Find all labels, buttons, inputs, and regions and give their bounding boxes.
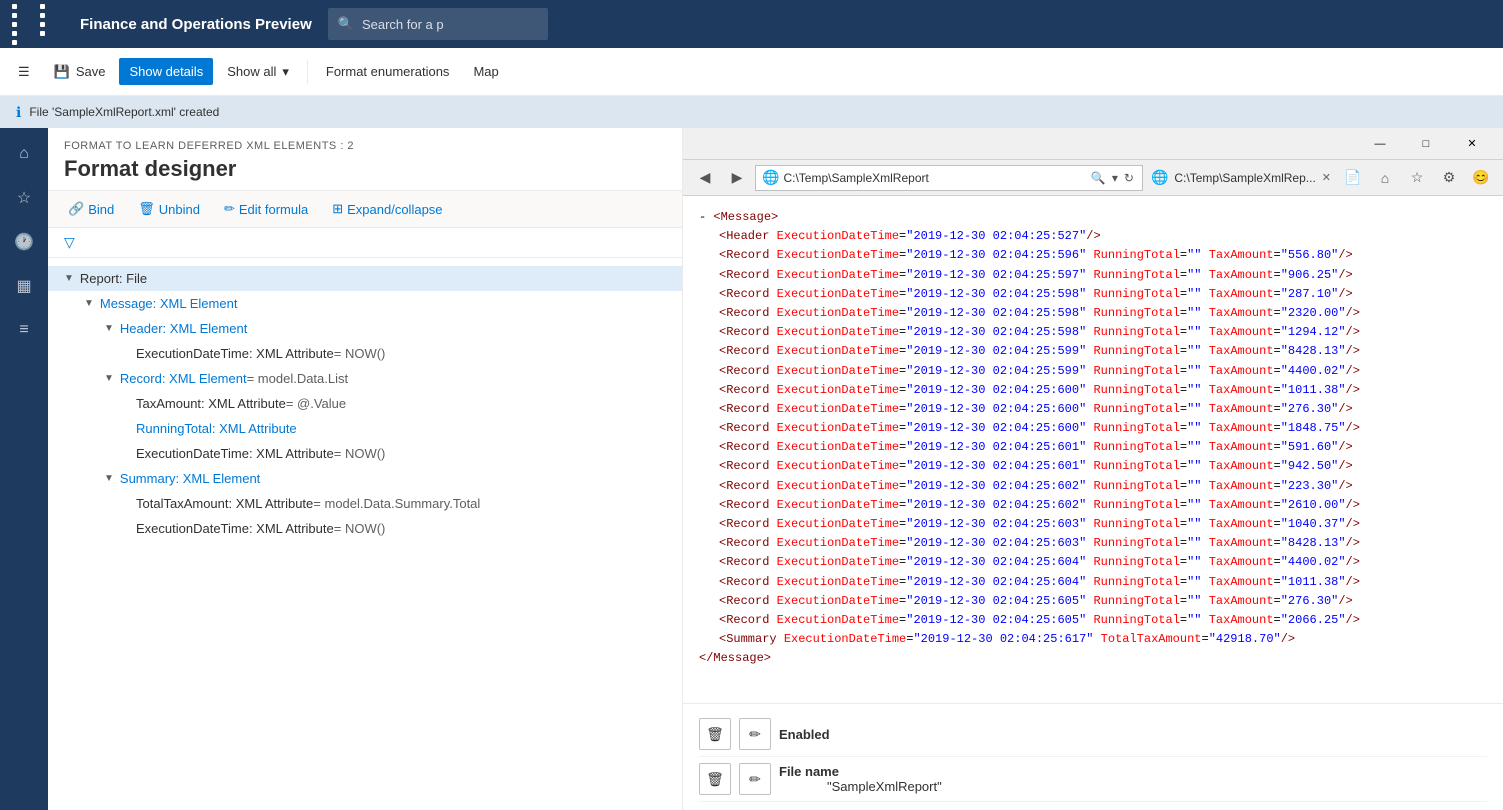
link-icon: 🔗 bbox=[68, 201, 84, 217]
filter-bar: ▽ bbox=[48, 228, 682, 258]
panel-title: Format designer bbox=[64, 156, 666, 182]
unbind-button[interactable]: 🗑 Unbind bbox=[134, 199, 204, 219]
info-icon: ℹ bbox=[16, 104, 21, 121]
settings-browser-button[interactable]: ⚙ bbox=[1435, 164, 1463, 192]
minimize-button[interactable]: — bbox=[1357, 130, 1403, 158]
bind-button[interactable]: 🔗 Bind bbox=[64, 199, 118, 219]
filename-label: File name bbox=[779, 764, 942, 779]
top-bar: Finance and Operations Preview 🔍 Search … bbox=[0, 0, 1503, 48]
window-controls: — □ ✕ bbox=[1357, 130, 1495, 158]
nav-list-icon[interactable]: ≡ bbox=[6, 312, 42, 348]
notification-text: File 'SampleXmlReport.xml' created bbox=[29, 105, 219, 119]
prop-filename-row: 🗑 ✏ File name "SampleXmlReport" bbox=[699, 757, 1487, 802]
hamburger-button[interactable]: ☰ bbox=[8, 58, 40, 86]
main-layout: ⌂ ☆ 🕐 ▦ ≡ FORMAT TO LEARN DEFERRED XML E… bbox=[0, 128, 1503, 810]
ie-icon2: 🌐 bbox=[1151, 169, 1168, 186]
search-address-button[interactable]: 🔍 bbox=[1089, 169, 1108, 187]
cmd-divider bbox=[307, 60, 308, 84]
search-placeholder: Search for a p bbox=[362, 17, 444, 32]
tree-arrow-icon[interactable]: ▼ bbox=[104, 373, 114, 384]
tree-item[interactable]: ▼ Record: XML Element = model.Data.List bbox=[48, 366, 682, 391]
tree-item[interactable]: TaxAmount: XML Attribute = @.Value bbox=[48, 391, 682, 416]
tree-arrow-icon[interactable]: ▼ bbox=[64, 273, 74, 284]
tree-item[interactable]: ▼ Summary: XML Element bbox=[48, 466, 682, 491]
filename-value: "SampleXmlReport" bbox=[827, 779, 942, 794]
tree-arrow-icon[interactable]: ▼ bbox=[104, 323, 114, 334]
show-details-button[interactable]: Show details bbox=[119, 58, 213, 85]
address-text: C:\Temp\SampleXmlReport bbox=[783, 171, 1084, 185]
save-icon: 💾 bbox=[54, 64, 70, 80]
nav-workspace-icon[interactable]: ▦ bbox=[6, 268, 42, 304]
tree-item[interactable]: ▼ Header: XML Element bbox=[48, 316, 682, 341]
tree-toolbar: 🔗 Bind 🗑 Unbind ✏ Edit formula ⊞ Expand/… bbox=[48, 191, 682, 228]
tree-item[interactable]: ▼ Message: XML Element bbox=[48, 291, 682, 316]
tree-item[interactable]: ▼ Report: File bbox=[48, 266, 682, 291]
command-bar: ☰ 💾 Save Show details Show all ▾ Format … bbox=[0, 48, 1503, 96]
tree-item[interactable]: ExecutionDateTime: XML Attribute = NOW() bbox=[48, 516, 682, 541]
edit-formula-button[interactable]: ✏ Edit formula bbox=[220, 199, 312, 219]
browser-nav-bar: ◀ ▶ 🌐 C:\Temp\SampleXmlReport 🔍 ▾ ↻ 🌐 C:… bbox=[683, 160, 1503, 196]
favorites-button[interactable]: ☆ bbox=[1403, 164, 1431, 192]
prop-delete-button-2[interactable]: 🗑 bbox=[699, 763, 731, 795]
prop-edit-button-2[interactable]: ✏ bbox=[739, 763, 771, 795]
enabled-label: Enabled bbox=[779, 727, 830, 742]
new-tab-button[interactable]: 📄 bbox=[1339, 164, 1367, 192]
address-bar: 🌐 C:\Temp\SampleXmlReport 🔍 ▾ ↻ bbox=[755, 165, 1143, 191]
tree-item[interactable]: ExecutionDateTime: XML Attribute = NOW() bbox=[48, 341, 682, 366]
emoji-button[interactable]: 😊 bbox=[1467, 164, 1495, 192]
prop-delete-button-1[interactable]: 🗑 bbox=[699, 718, 731, 750]
app-title: Finance and Operations Preview bbox=[80, 16, 312, 33]
nav-star-icon[interactable]: ☆ bbox=[6, 180, 42, 216]
expand-collapse-button[interactable]: ⊞ Expand/collapse bbox=[328, 199, 446, 219]
app-grid-icon[interactable] bbox=[12, 4, 64, 45]
property-panel: 🗑 ✏ Enabled 🗑 ✏ File name "SampleXmlRepo… bbox=[683, 703, 1503, 810]
tree-arrow-icon[interactable]: ▼ bbox=[84, 298, 94, 309]
tree-item[interactable]: RunningTotal: XML Attribute bbox=[48, 416, 682, 441]
nav-recent-icon[interactable]: 🕐 bbox=[6, 224, 42, 260]
tab2-address: C:\Temp\SampleXmlRep... bbox=[1174, 171, 1315, 185]
tree-arrow-icon[interactable]: ▼ bbox=[104, 473, 114, 484]
dropdown-address-button[interactable]: ▾ bbox=[1110, 169, 1120, 187]
show-all-button[interactable]: Show all ▾ bbox=[217, 58, 299, 86]
panel-header: FORMAT TO LEARN DEFERRED XML ELEMENTS : … bbox=[48, 128, 682, 191]
tree-content: ▼ Report: File ▼ Message: XML Element ▼ … bbox=[48, 258, 682, 810]
browser-titlebar: — □ ✕ bbox=[683, 128, 1503, 160]
unlink-icon: 🗑 bbox=[138, 201, 155, 217]
browser-panel: — □ ✕ ◀ ▶ 🌐 C:\Temp\SampleXmlReport 🔍 ▾ … bbox=[683, 128, 1503, 810]
chevron-down-icon: ▾ bbox=[282, 64, 289, 80]
format-enumerations-button[interactable]: Format enumerations bbox=[316, 58, 460, 85]
sidebar-nav: ⌂ ☆ 🕐 ▦ ≡ bbox=[0, 128, 48, 810]
search-box[interactable]: 🔍 Search for a p bbox=[328, 8, 548, 40]
panel-subtitle: FORMAT TO LEARN DEFERRED XML ELEMENTS : … bbox=[64, 140, 666, 152]
formula-icon: ✏ bbox=[224, 201, 235, 217]
tree-item[interactable]: TotalTaxAmount: XML Attribute = model.Da… bbox=[48, 491, 682, 516]
forward-button[interactable]: ▶ bbox=[723, 164, 751, 192]
map-button[interactable]: Map bbox=[463, 58, 508, 85]
expand-icon: ⊞ bbox=[332, 201, 343, 217]
refresh-button[interactable]: ↻ bbox=[1122, 169, 1136, 187]
prop-enabled-row: 🗑 ✏ Enabled bbox=[699, 712, 1487, 757]
back-button[interactable]: ◀ bbox=[691, 164, 719, 192]
tab2-close-btn[interactable]: ✕ bbox=[1322, 171, 1331, 184]
maximize-button[interactable]: □ bbox=[1403, 130, 1449, 158]
ie-icon: 🌐 bbox=[762, 169, 779, 186]
tree-item[interactable]: ExecutionDateTime: XML Attribute = NOW() bbox=[48, 441, 682, 466]
xml-content[interactable]: - <Message><Header ExecutionDateTime="20… bbox=[683, 196, 1503, 703]
nav-home-icon[interactable]: ⌂ bbox=[6, 136, 42, 172]
filter-icon: ▽ bbox=[64, 234, 75, 251]
search-icon: 🔍 bbox=[338, 16, 354, 32]
close-button[interactable]: ✕ bbox=[1449, 130, 1495, 158]
designer-panel: FORMAT TO LEARN DEFERRED XML ELEMENTS : … bbox=[48, 128, 683, 810]
notification-bar: ℹ File 'SampleXmlReport.xml' created bbox=[0, 96, 1503, 128]
prop-edit-button-1[interactable]: ✏ bbox=[739, 718, 771, 750]
home-button[interactable]: ⌂ bbox=[1371, 164, 1399, 192]
save-button[interactable]: 💾 Save bbox=[44, 58, 116, 86]
